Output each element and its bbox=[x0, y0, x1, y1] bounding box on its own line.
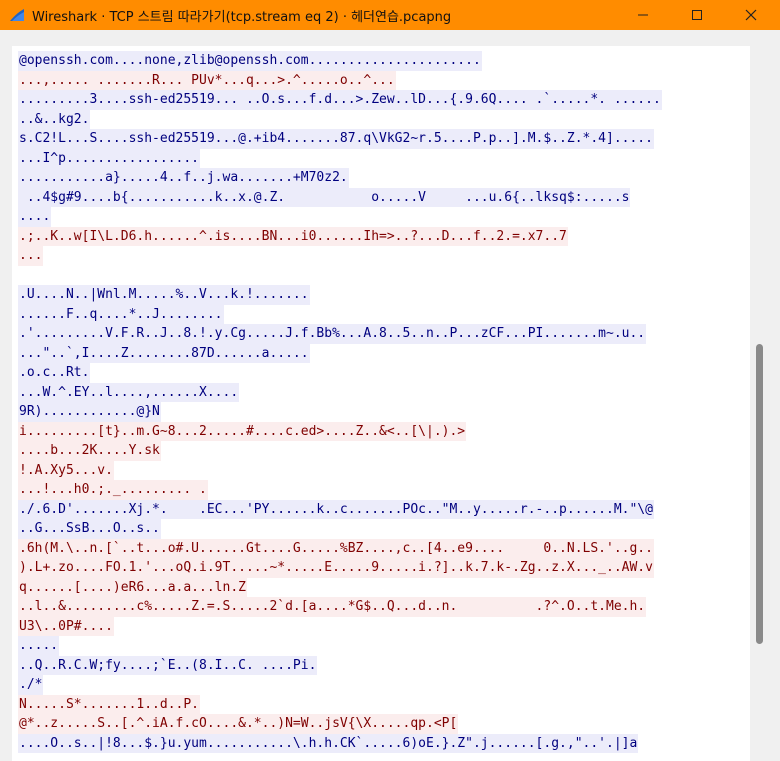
server-stream-line: .'.........V.F.R..J..8.!.y.Cg.....J.f.Bb… bbox=[18, 324, 662, 344]
stream-text: ...........a}.....4..f..j.wa.......+M70z… bbox=[18, 168, 349, 188]
client-stream-line: .6h(M.\..n.[`..t...o#.U......Gt....G....… bbox=[18, 538, 662, 558]
scrollbar-thumb[interactable] bbox=[756, 344, 763, 644]
server-stream-line: 9R)............@}N bbox=[18, 402, 662, 422]
stream-text: ....O..s..|!8...$.}u.yum...........\.h.h… bbox=[18, 733, 639, 753]
wireshark-fin-icon bbox=[10, 9, 24, 21]
content-frame: @openssh.com....none,zlib@openssh.com...… bbox=[0, 30, 780, 761]
stream-text: N.....S*.......1..d..P. bbox=[18, 694, 201, 714]
server-stream-line: ......F..q....*..J........ bbox=[18, 304, 662, 324]
stream-lines: @openssh.com....none,zlib@openssh.com...… bbox=[18, 51, 662, 753]
stream-blank-line bbox=[18, 266, 662, 286]
stream-text: ./* bbox=[18, 675, 44, 695]
stream-text: ...!...h0.;._......... . bbox=[18, 480, 208, 500]
stream-text: ...,..... .......R... PUv*...q...>.^....… bbox=[18, 70, 396, 90]
server-stream-line: @openssh.com....none,zlib@openssh.com...… bbox=[18, 51, 662, 71]
stream-text: ..G...SsB...O..s.. bbox=[18, 519, 161, 539]
stream-text: q......[....)eR6...a.a...ln.Z bbox=[18, 577, 247, 597]
stream-text: ./.6.D'.......Xj.*. .EC...'PY......k..c.… bbox=[18, 499, 654, 519]
stream-text: U3\..0P#.... bbox=[18, 616, 114, 636]
stream-text: ...I^p................. bbox=[18, 148, 201, 168]
stream-text: ..4$g#9....b{...........k..x.@.Z. o.....… bbox=[18, 187, 631, 207]
stream-text: ....b...2K....Y.sk bbox=[18, 441, 161, 461]
server-stream-line: ....O..s..|!8...$.}u.yum...........\.h.h… bbox=[18, 733, 662, 753]
stream-text: i.........[t}..m.G~8...2.....#....c.ed>.… bbox=[18, 421, 467, 441]
client-stream-line: q......[....)eR6...a.a...ln.Z bbox=[18, 577, 662, 597]
server-stream-line: ...I^p................. bbox=[18, 148, 662, 168]
server-stream-line: ..4$g#9....b{...........k..x.@.Z. o.....… bbox=[18, 187, 662, 207]
client-stream-line: .;..K..w[I\L.D6.h......^.is....BN...i0..… bbox=[18, 226, 662, 246]
stream-text: .........3....ssh-ed25519... ..O.s...f.d… bbox=[18, 90, 662, 110]
server-stream-line: ...........a}.....4..f..j.wa.......+M70z… bbox=[18, 168, 662, 188]
stream-text: .6h(M.\..n.[`..t...o#.U......Gt....G....… bbox=[18, 538, 654, 558]
stream-text: ..l..&.........c%.....Z.=.S.....2`d.[a..… bbox=[18, 597, 647, 617]
client-stream-line: ).L+.zo....FO.1.'...oQ.i.9T.....~*.....E… bbox=[18, 558, 662, 578]
server-stream-line: .o.c..Rt. bbox=[18, 363, 662, 383]
minimize-button[interactable] bbox=[620, 0, 666, 30]
client-stream-line: ...,..... .......R... PUv*...q...>.^....… bbox=[18, 70, 662, 90]
stream-text: !.A.Xy5...v. bbox=[18, 460, 114, 480]
client-stream-line: N.....S*.......1..d..P. bbox=[18, 694, 662, 714]
server-stream-line: ./* bbox=[18, 675, 662, 695]
server-stream-line: .... bbox=[18, 207, 662, 227]
client-stream-line: i.........[t}..m.G~8...2.....#....c.ed>.… bbox=[18, 421, 662, 441]
stream-text: 9R)............@}N bbox=[18, 402, 161, 422]
server-stream-line: ./.6.D'.......Xj.*. .EC...'PY......k..c.… bbox=[18, 499, 662, 519]
server-stream-line: .U....N..|Wnl.M.....%..V...k.!....... bbox=[18, 285, 662, 305]
stream-text-pane[interactable]: @openssh.com....none,zlib@openssh.com...… bbox=[12, 46, 750, 761]
client-stream-line: ... bbox=[18, 246, 662, 266]
stream-text: ).L+.zo....FO.1.'...oQ.i.9T.....~*.....E… bbox=[18, 558, 654, 578]
client-stream-line: ..l..&.........c%.....Z.=.S.....2`d.[a..… bbox=[18, 597, 662, 617]
server-stream-line: ...W.^.EY..l....,......X.... bbox=[18, 382, 662, 402]
stream-text: ..&..kg2. bbox=[18, 109, 91, 129]
stream-text: ...W.^.EY..l....,......X.... bbox=[18, 382, 240, 402]
client-stream-line: U3\..0P#.... bbox=[18, 616, 662, 636]
client-stream-line: ....b...2K....Y.sk bbox=[18, 441, 662, 461]
server-stream-line: .........3....ssh-ed25519... ..O.s...f.d… bbox=[18, 90, 662, 110]
minimize-icon bbox=[638, 14, 648, 16]
server-stream-line: ..."..`,I....Z........87D......a..... bbox=[18, 343, 662, 363]
stream-text: ......F..q....*..J........ bbox=[18, 304, 224, 324]
maximize-icon bbox=[692, 10, 702, 20]
server-stream-line: ..... bbox=[18, 636, 662, 656]
server-stream-line: ..&..kg2. bbox=[18, 109, 662, 129]
stream-text: ..Q..R.C.W;fy....;`E..(8.I..C. ....Pi. bbox=[18, 655, 318, 675]
stream-text: ..... bbox=[18, 636, 60, 656]
maximize-button[interactable] bbox=[674, 0, 720, 30]
stream-text: ... bbox=[18, 246, 44, 266]
window-title: Wireshark · TCP 스트림 따라가기(tcp.stream eq 2… bbox=[32, 10, 452, 25]
stream-text: @*..z.....S..[.^.iA.f.cO....&.*..)N=W..j… bbox=[18, 714, 459, 734]
server-stream-line: ..Q..R.C.W;fy....;`E..(8.I..C. ....Pi. bbox=[18, 655, 662, 675]
close-icon bbox=[745, 9, 757, 21]
server-stream-line: s.C2!L...S....ssh-ed25519...@.+ib4......… bbox=[18, 129, 662, 149]
title-bar: Wireshark · TCP 스트림 따라가기(tcp.stream eq 2… bbox=[0, 0, 780, 30]
stream-text: .'.........V.F.R..J..8.!.y.Cg.....J.f.Bb… bbox=[18, 324, 647, 344]
stream-text: .;..K..w[I\L.D6.h......^.is....BN...i0..… bbox=[18, 226, 568, 246]
client-stream-line: @*..z.....S..[.^.iA.f.cO....&.*..)N=W..j… bbox=[18, 714, 662, 734]
server-stream-line: ..G...SsB...O..s.. bbox=[18, 519, 662, 539]
close-button[interactable] bbox=[728, 0, 774, 30]
stream-text: .o.c..Rt. bbox=[18, 363, 91, 383]
vertical-scrollbar[interactable] bbox=[752, 46, 768, 761]
stream-text: .U....N..|Wnl.M.....%..V...k.!....... bbox=[18, 285, 310, 305]
stream-text: s.C2!L...S....ssh-ed25519...@.+ib4......… bbox=[18, 129, 654, 149]
client-stream-line: !.A.Xy5...v. bbox=[18, 460, 662, 480]
stream-text: .... bbox=[18, 207, 52, 227]
stream-text: ..."..`,I....Z........87D......a..... bbox=[18, 343, 310, 363]
client-stream-line: ...!...h0.;._......... . bbox=[18, 480, 662, 500]
stream-text: @openssh.com....none,zlib@openssh.com...… bbox=[18, 51, 482, 71]
